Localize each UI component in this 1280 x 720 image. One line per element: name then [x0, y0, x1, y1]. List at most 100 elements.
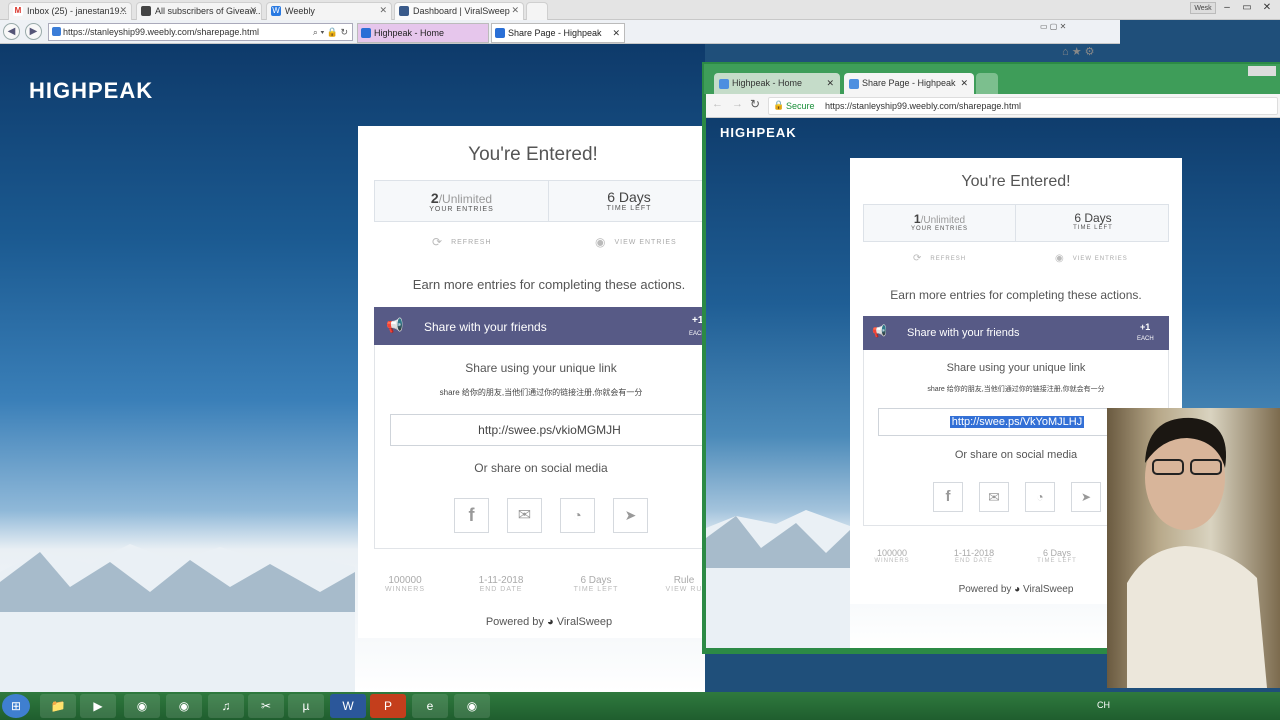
tab-label: All subscribers of Giveaw...: [155, 6, 262, 16]
powered-by[interactable]: Powered by ◕ ViralSweep: [358, 616, 708, 628]
share-action-header[interactable]: 📢 Share with your friends +1 EACH: [863, 316, 1169, 350]
close-icon[interactable]: ✕: [119, 5, 127, 16]
share-unique-text: Share using your unique link: [465, 361, 617, 375]
share-action-body: Share using your unique link share 给你的朋友…: [374, 345, 709, 549]
language-indicator[interactable]: CH: [1097, 700, 1110, 710]
brand-name: ViralSweep: [1023, 584, 1074, 595]
back-icon[interactable]: ←: [712, 98, 723, 110]
reload-icon[interactable]: ↻: [750, 97, 760, 111]
ie-tab-home[interactable]: Highpeak - Home: [357, 23, 489, 43]
chrome-icon[interactable]: ◉: [166, 694, 202, 718]
forward-icon[interactable]: ▶: [25, 23, 42, 40]
tab-label: Inbox (25) - janestan19...: [27, 6, 128, 16]
presenter-video: [1127, 417, 1267, 688]
new-tab-button[interactable]: [976, 73, 998, 95]
snipping-tool-icon[interactable]: ✂: [248, 694, 284, 718]
internet-explorer-icon[interactable]: e: [412, 694, 448, 718]
maximize-icon[interactable]: ▭: [1238, 1, 1256, 15]
facebook-icon[interactable]: f: [933, 482, 963, 512]
close-icon[interactable]: ✕: [612, 24, 620, 42]
telegram-icon[interactable]: ➤: [1071, 482, 1101, 512]
selected-link-text: http://swee.ps/VkYoMJLHJ: [949, 416, 1085, 428]
email-icon[interactable]: ✉: [979, 482, 1009, 512]
time-left-stat: 6 Days TIME LEFT: [1016, 205, 1170, 241]
browser-tab-strip: M Inbox (25) - janestan19... ✕ All subsc…: [0, 0, 1280, 20]
view-entries-link[interactable]: ◉ VIEW ENTRIES: [1055, 253, 1128, 264]
close-icon[interactable]: ✕: [960, 73, 968, 93]
entry-card-left: You're Entered! 2/Unlimited YOUR ENTRIES…: [358, 126, 709, 638]
entries-value: 2: [430, 190, 439, 206]
site-logo[interactable]: HIGHPEAK: [29, 78, 153, 104]
file-explorer-icon[interactable]: 📁: [40, 694, 76, 718]
forward-icon[interactable]: →: [732, 98, 743, 110]
share-link-field[interactable]: http://swee.ps/vkioMGMJH: [390, 414, 709, 446]
earn-more-text: Earn more entries for completing these a…: [890, 288, 1142, 302]
ie-address-bar[interactable]: https://stanleyship99.weebly.com/sharepa…: [48, 23, 353, 41]
powerpoint-icon[interactable]: P: [370, 694, 406, 718]
share-action-header[interactable]: 📢 Share with your friends +1 EACH: [374, 307, 708, 345]
windows-taskbar: ⊞ 📁 ▶ ◉ ◉ ♫ ✂ µ W P e ◉ CH: [0, 692, 1280, 720]
start-button[interactable]: ⊞: [2, 694, 30, 718]
card-title: You're Entered!: [468, 144, 598, 165]
stats-box: 1/Unlimited YOUR ENTRIES 6 Days TIME LEF…: [863, 204, 1169, 242]
refresh-label: REFRESH: [930, 256, 967, 263]
ie-window-controls[interactable]: ▭ ▢ ✕: [1040, 22, 1110, 36]
chrome-omnibox[interactable]: 🔒 Secure https://stanleyship99.weebly.co…: [768, 97, 1278, 115]
entries-value: 1: [913, 212, 921, 226]
refresh-link[interactable]: ⟳ REFRESH: [913, 253, 966, 264]
lock-icon: 🔒: [773, 100, 785, 110]
chrome-icon[interactable]: ◉: [454, 694, 490, 718]
weebly-icon: [52, 27, 61, 36]
telegram-icon[interactable]: ➤: [613, 498, 648, 533]
email-icon[interactable]: ✉: [507, 498, 542, 533]
close-window-icon[interactable]: ✕: [1258, 1, 1276, 15]
footer-time-left: 6 Days TIME LEFT: [564, 575, 628, 593]
stats-box: 2/Unlimited YOUR ENTRIES 6 Days TIME LEF…: [374, 180, 708, 222]
chrome-icon[interactable]: ◉: [124, 694, 160, 718]
refresh-link[interactable]: ⟳ REFRESH: [432, 235, 492, 249]
view-entries-link[interactable]: ◉ VIEW ENTRIES: [595, 235, 677, 249]
tab-weebly[interactable]: W Weebly ✕: [266, 2, 392, 20]
close-icon[interactable]: ✕: [379, 5, 387, 16]
weebly-icon: W: [271, 6, 281, 16]
utorrent-icon[interactable]: µ: [288, 694, 324, 718]
address-tools-icon[interactable]: ⌕ ▾ 🔒 ↻: [313, 24, 348, 40]
minimize-icon[interactable]: –: [1218, 1, 1236, 15]
spotify-icon[interactable]: ♫: [208, 694, 244, 718]
tab-share-page[interactable]: Share Page - Highpeak ✕: [844, 73, 974, 95]
ie-tab-share-page[interactable]: Share Page - Highpeak ✕: [491, 23, 625, 43]
tab-label: Share Page - Highpeak: [862, 78, 956, 88]
address-text: https://stanleyship99.weebly.com/sharepa…: [825, 101, 1021, 111]
messenger-icon[interactable]: ◔: [1025, 482, 1055, 512]
entries-label: YOUR ENTRIES: [910, 226, 968, 232]
tab-giveaway-subscribers[interactable]: All subscribers of Giveaw... ✕: [136, 2, 262, 20]
giveaway-icon: [141, 6, 151, 16]
footer-label: END DATE: [955, 558, 993, 564]
messenger-icon[interactable]: ◔: [560, 498, 595, 533]
share-title: Share with your friends: [424, 320, 547, 334]
back-icon[interactable]: ◀: [3, 23, 20, 40]
footer-time-left: 6 Days TIME LEFT: [1028, 548, 1086, 564]
tab-gmail-inbox[interactable]: M Inbox (25) - janestan19... ✕: [8, 2, 132, 20]
gmail-icon: M: [13, 6, 23, 16]
profile-chip[interactable]: [1248, 66, 1276, 76]
ie-home-fav-gear-icons[interactable]: ⌂ ★ ⚙: [1062, 45, 1094, 58]
chrome-address-row: ← → ↻ 🔒 Secure https://stanleyship99.wee…: [706, 94, 1280, 118]
site-logo[interactable]: HIGHPEAK: [720, 125, 797, 140]
close-icon[interactable]: ✕: [249, 5, 257, 16]
new-tab-button[interactable]: [526, 2, 548, 20]
footer-value: 6 Days: [580, 575, 612, 586]
entries-suffix: /Unlimited: [920, 215, 966, 226]
facebook-icon[interactable]: f: [454, 498, 489, 533]
media-player-icon[interactable]: ▶: [80, 694, 116, 718]
footer-label: TIME LEFT: [1037, 558, 1077, 564]
close-icon[interactable]: ✕: [511, 5, 519, 16]
close-icon[interactable]: ✕: [826, 73, 834, 93]
earn-more-text: Earn more entries for completing these a…: [412, 277, 686, 292]
footer-rules[interactable]: Rule VIEW RU: [660, 575, 708, 593]
word-icon[interactable]: W: [330, 694, 366, 718]
tab-viralsweep-dashboard[interactable]: Dashboard | ViralSweep ✕: [394, 2, 524, 20]
share-description: share 给你的朋友,当他们通过你的链接注册,你就会有一分: [927, 386, 1105, 393]
tab-highpeak-home[interactable]: Highpeak - Home ✕: [714, 73, 840, 95]
profile-chip[interactable]: Wesk: [1190, 2, 1216, 14]
